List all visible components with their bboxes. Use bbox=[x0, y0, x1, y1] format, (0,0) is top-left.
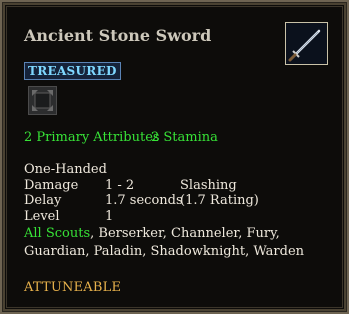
delay-label: Delay bbox=[24, 193, 62, 208]
slot-icon bbox=[28, 86, 57, 115]
attuneable-label: ATTUNEABLE bbox=[24, 280, 122, 295]
delay-value: 1.7 seconds bbox=[105, 193, 183, 208]
sword-icon bbox=[285, 22, 328, 65]
stamina-attribute: 2 Stamina bbox=[151, 130, 218, 145]
damage-label: Damage bbox=[24, 178, 79, 193]
class-list: All Scouts, Berserker, Channeler, Fury, … bbox=[24, 225, 324, 261]
damage-value: 1 - 2 bbox=[105, 178, 135, 193]
item-tooltip: Ancient Stone Sword TREASURED 2 Primary … bbox=[0, 0, 349, 314]
tier-badge: TREASURED bbox=[24, 62, 121, 80]
level-value: 1 bbox=[105, 209, 114, 224]
class-highlight: All Scouts bbox=[24, 226, 91, 241]
item-name: Ancient Stone Sword bbox=[24, 26, 212, 45]
weapon-type: One-Handed bbox=[24, 162, 107, 177]
delay-rating: (1.7 Rating) bbox=[180, 193, 259, 208]
damage-type: Slashing bbox=[180, 178, 237, 193]
level-label: Level bbox=[24, 209, 60, 224]
primary-attributes: 2 Primary Attributes bbox=[24, 130, 160, 145]
